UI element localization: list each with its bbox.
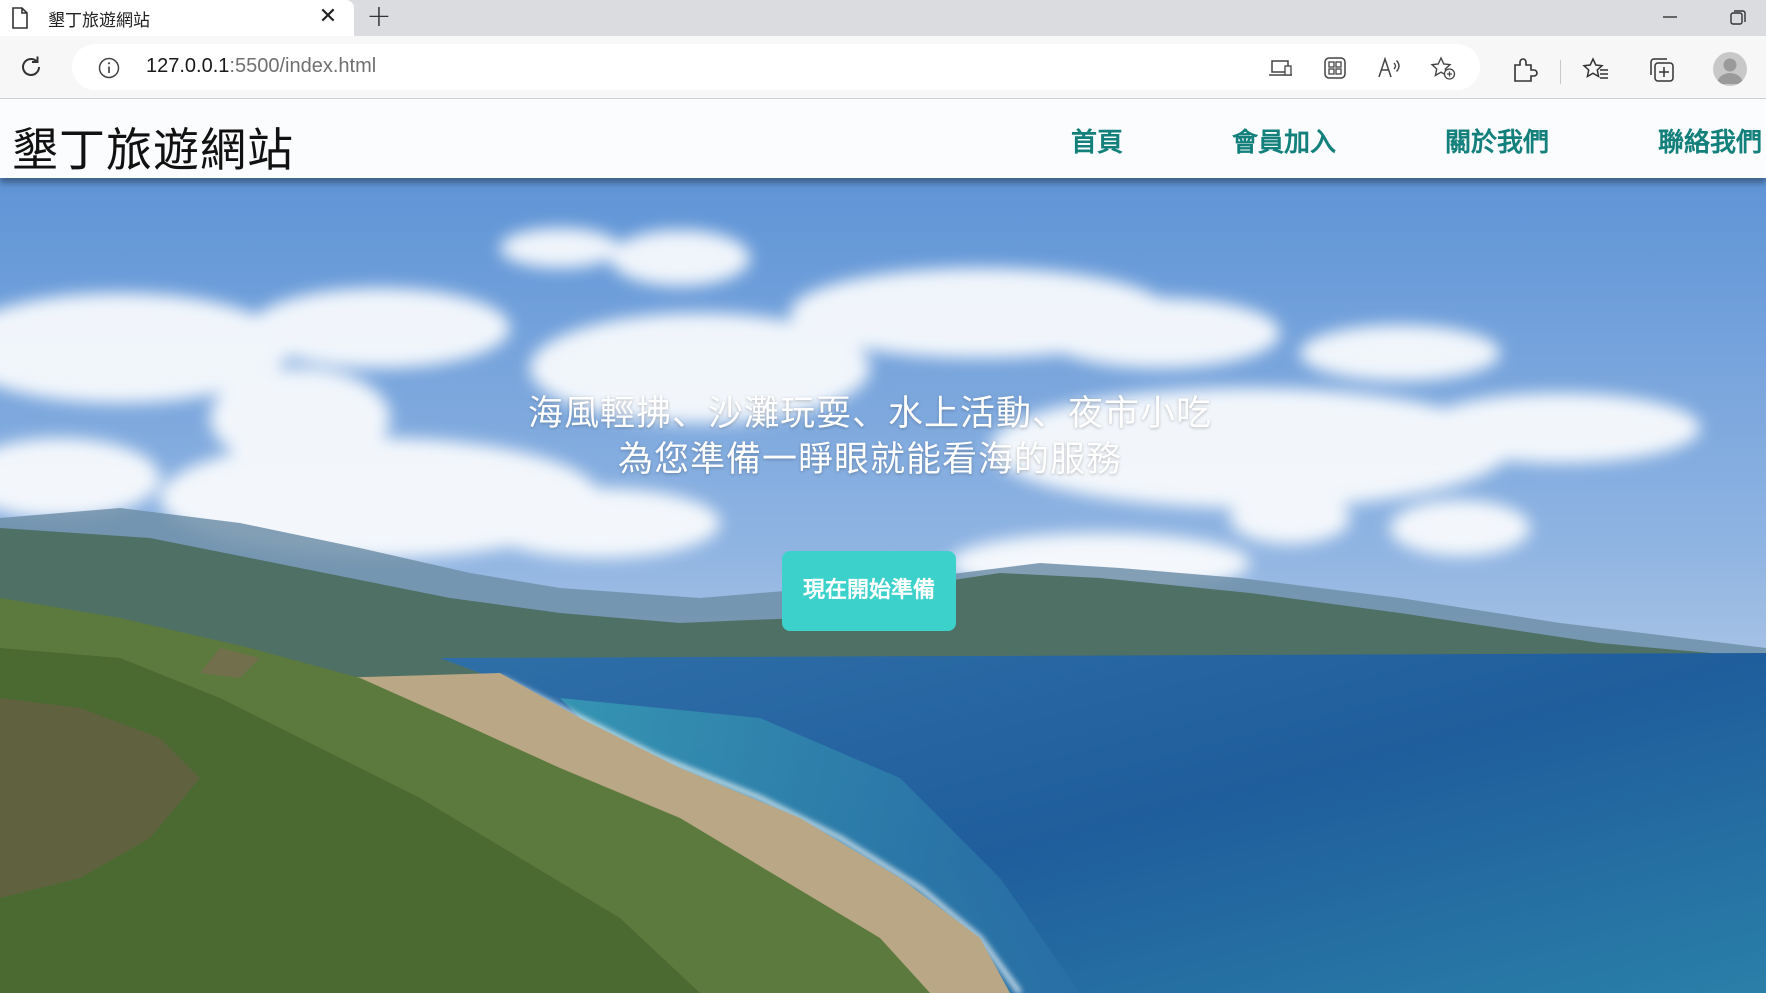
address-bar[interactable]: 127.0.0.1:5500/index.html [72, 44, 1480, 90]
start-planning-button[interactable]: 現在開始準備 [782, 551, 956, 631]
nav-home[interactable]: 首頁 [1071, 122, 1123, 159]
site-header: 墾丁旅遊網站 首頁 會員加入 關於我們 聯絡我們 [0, 100, 1766, 178]
page-icon [12, 7, 28, 29]
hero-tagline-line2: 為您準備一睜眼就能看海的服務 [617, 440, 1122, 480]
nav-member-join[interactable]: 會員加入 [1232, 122, 1336, 159]
site-logo[interactable]: 墾丁旅遊網站 [12, 114, 294, 180]
toolbar: 127.0.0.1:5500/index.html [0, 36, 1766, 99]
favorites-icon[interactable] [1582, 56, 1610, 84]
reload-icon[interactable] [16, 52, 46, 82]
read-aloud-icon[interactable] [1377, 56, 1403, 80]
add-favorite-icon[interactable] [1430, 56, 1456, 80]
restore-icon[interactable] [1728, 8, 1748, 28]
minimize-icon[interactable] [1660, 8, 1680, 26]
tab-strip: 墾丁旅遊網站 ✕ + [0, 0, 1766, 36]
hero-section: 海風輕拂、沙灘玩耍、水上活動、夜市小吃 為您準備一睜眼就能看海的服務 現在開始準… [0, 178, 1766, 993]
info-icon[interactable] [98, 57, 120, 79]
extensions-icon[interactable] [1510, 56, 1538, 84]
url-text[interactable]: 127.0.0.1:5500/index.html [146, 55, 376, 78]
nav-about-us[interactable]: 關於我們 [1445, 122, 1549, 159]
tab-title: 墾丁旅遊網站 [48, 11, 150, 31]
plus-icon[interactable]: + [364, 2, 394, 32]
toolbar-separator [1560, 60, 1561, 84]
close-icon[interactable]: ✕ [318, 6, 338, 28]
browser-essentials-icon[interactable] [1322, 56, 1348, 80]
app-available-icon[interactable] [1268, 56, 1294, 80]
browser-tab[interactable]: 墾丁旅遊網站 ✕ [0, 0, 354, 36]
nav-contact-us[interactable]: 聯絡我們 [1658, 122, 1762, 159]
collections-icon[interactable] [1648, 56, 1676, 84]
page-viewport: 墾丁旅遊網站 首頁 會員加入 關於我們 聯絡我們 海風輕拂、沙灘玩耍、水上活動、… [0, 100, 1766, 993]
profile-icon[interactable] [1713, 52, 1747, 86]
hero-tagline-line1: 海風輕拂、沙灘玩耍、水上活動、夜市小吃 [527, 394, 1212, 434]
